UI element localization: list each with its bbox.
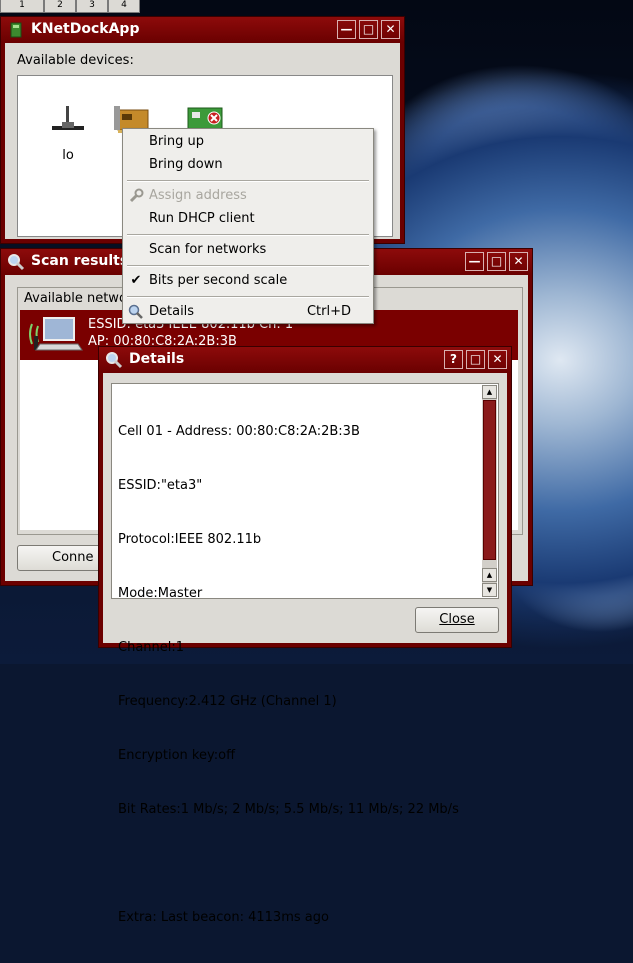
minimize-icon: — [340,22,353,36]
details-text-area[interactable]: Cell 01 - Address: 00:80:C8:2A:2B:3B ESS… [111,383,499,925]
details-close-button[interactable]: ✕ [488,350,507,369]
knetdock-titlebar[interactable]: KNetDockApp — □ ✕ [1,17,404,43]
scan-window-title: Scan results [31,253,129,269]
scan-maximize-button[interactable]: □ [487,252,506,271]
loopback-icon [52,106,84,130]
device-context-menu: Bring up Bring down Assign address Run D… [122,128,374,324]
details-lines: Cell 01 - Address: 00:80:C8:2A:2B:3B ESS… [118,387,459,963]
details-line: Cell 01 - Address: 00:80:C8:2A:2B:3B [118,424,360,439]
menu-item-label: Run DHCP client [149,211,255,226]
magnifier-icon [106,352,123,369]
window-title: KNetDockApp [31,21,140,37]
menu-separator [127,180,369,182]
maximize-icon: □ [362,22,375,36]
details-line: ESSID:"eta3" [118,478,203,493]
wireless-laptop-icon [29,317,83,351]
menu-item-label: Scan for networks [149,242,267,257]
close-icon: ✕ [385,22,396,36]
device-lo[interactable]: lo [38,104,98,163]
menu-item-scan[interactable]: Scan for networks [123,239,373,261]
details-line: Channel:1 [118,640,185,655]
vertical-scrollbar[interactable]: ▲ ▲ ▼ [482,385,497,597]
menu-separator [127,265,369,267]
details-line: Frequency:2.412 GHz (Channel 1) [118,694,337,709]
details-line: Extra: Last beacon: 4113ms ago [118,910,329,925]
help-button[interactable]: ? [444,350,463,369]
details-line: Mode:Master [118,586,203,601]
desktop-pager: 1 2 3 4 [0,0,160,13]
help-icon: ? [450,352,457,366]
close-icon: ✕ [513,254,524,268]
details-client: Cell 01 - Address: 00:80:C8:2A:2B:3B ESS… [103,373,507,925]
minimize-icon: — [468,254,481,268]
maximize-icon: □ [469,352,482,366]
menu-item-bring-down[interactable]: Bring down [123,154,373,176]
close-dialog-button[interactable]: Close [415,607,499,633]
menu-item-assign-address[interactable]: Assign address [123,185,373,207]
details-line: Protocol:IEEE 802.11b [118,532,262,547]
close-dialog-label: Close [439,612,475,627]
connect-button-label: Conne [52,550,94,565]
scroll-up-arrow-icon[interactable]: ▲ [482,385,497,399]
desktop-3-tab[interactable]: 3 [76,0,108,13]
details-line: Encryption key:off [118,748,236,763]
details-titlebar[interactable]: Details ? □ ✕ [99,347,511,373]
menu-item-label: Details [149,304,195,319]
app-icon [10,22,22,38]
menu-separator [127,234,369,236]
available-devices-label: Available devices: [17,53,134,68]
scan-close-button[interactable]: ✕ [509,252,528,271]
menu-item-label: Assign address [149,188,247,203]
device-lo-label: lo [62,148,74,163]
desktop-3-label: 3 [89,0,95,10]
desktop-2-label: 2 [57,0,63,10]
menu-item-bps-scale[interactable]: ✔ Bits per second scale [123,270,373,292]
menu-item-bring-up[interactable]: Bring up [123,131,373,153]
desktop-1-tab[interactable]: 1 [0,0,44,13]
available-networks-label: Available netwo [24,291,127,306]
scrollbar-thumb[interactable] [483,400,496,560]
menu-item-label: Bring down [149,157,223,172]
scan-minimize-button[interactable]: — [465,252,484,271]
minimize-button[interactable]: — [337,20,356,39]
scroll-down-arrow-icon[interactable]: ▼ [482,583,497,597]
close-icon: ✕ [492,352,503,366]
menu-item-label: Bring up [149,134,204,149]
desktop-2-tab[interactable]: 2 [44,0,76,13]
details-dialog: Details ? □ ✕ Cell 01 - Address: 00:80:C… [98,346,512,925]
details-title: Details [129,351,185,367]
menu-item-run-dhcp[interactable]: Run DHCP client [123,208,373,230]
maximize-icon: □ [490,254,503,268]
close-button[interactable]: ✕ [381,20,400,39]
menu-item-details[interactable]: Details Ctrl+D [123,301,373,323]
menu-separator [127,296,369,298]
maximize-button[interactable]: □ [359,20,378,39]
menu-item-label: Bits per second scale [149,273,288,288]
magnifier-icon [128,304,143,319]
wrench-icon [129,188,144,203]
menu-item-shortcut: Ctrl+D [306,304,351,319]
details-line [118,855,459,873]
details-maximize-button[interactable]: □ [466,350,485,369]
scroll-up-arrow-icon-2[interactable]: ▲ [482,568,497,582]
desktop-4-label: 4 [121,0,127,10]
magnifier-icon [8,254,25,271]
desktop-4-tab[interactable]: 4 [108,0,140,13]
details-line: Bit Rates:1 Mb/s; 2 Mb/s; 5.5 Mb/s; 11 M… [118,802,459,817]
checkmark-icon: ✔ [130,273,142,288]
desktop-1-label: 1 [19,0,25,10]
